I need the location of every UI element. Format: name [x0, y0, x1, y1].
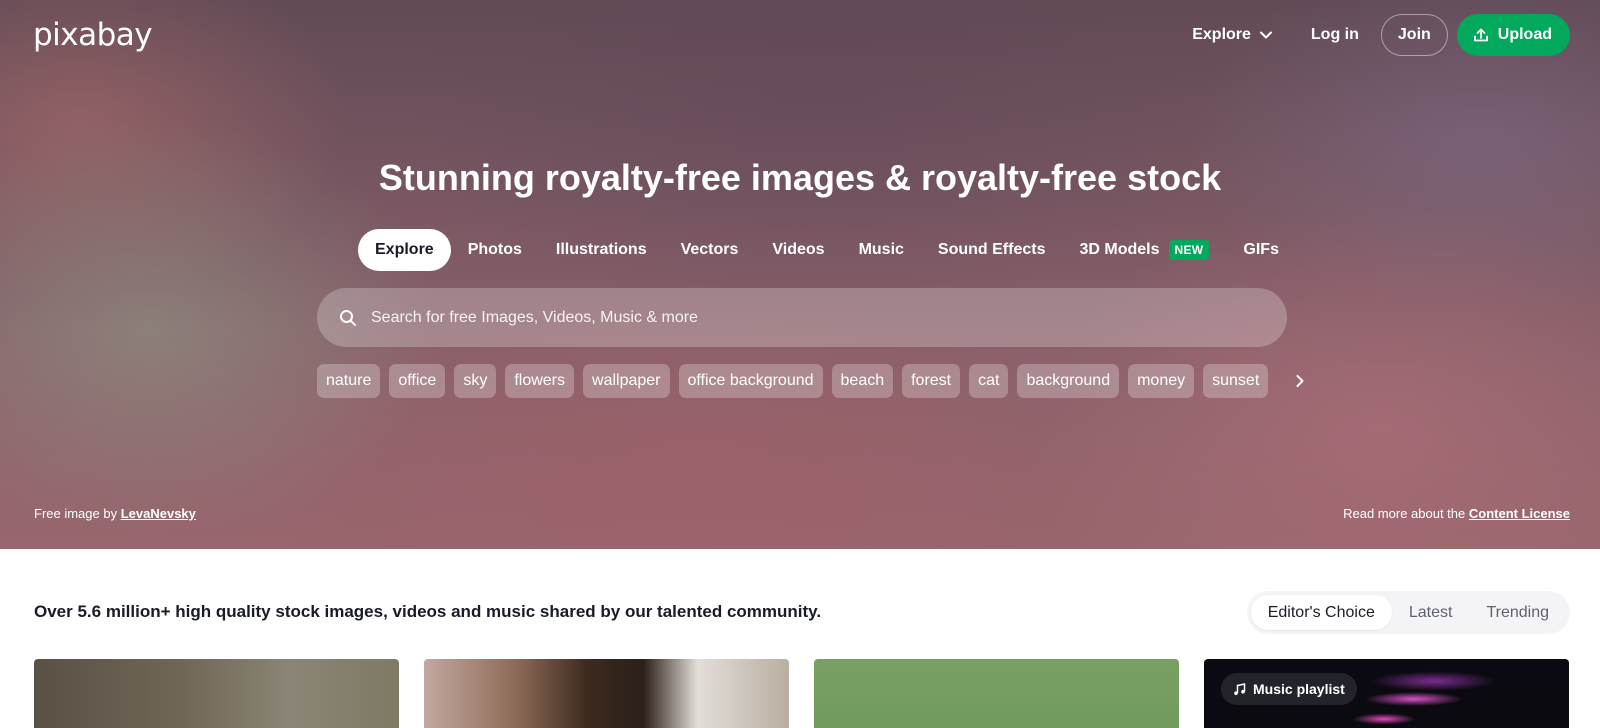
tab-photos[interactable]: Photos — [451, 229, 539, 271]
sort-trending[interactable]: Trending — [1469, 595, 1566, 630]
content-license-link[interactable]: Content License — [1469, 506, 1570, 521]
sort-tabs: Editor's Choice Latest Trending — [1246, 591, 1570, 634]
tab-gifs[interactable]: GIFs — [1226, 229, 1296, 271]
search-input[interactable] — [371, 308, 1251, 327]
explore-menu-button[interactable]: Explore — [1192, 26, 1273, 44]
media-card[interactable] — [814, 659, 1179, 728]
tab-explore[interactable]: Explore — [358, 229, 451, 271]
tag-cat[interactable]: cat — [969, 364, 1009, 398]
chevron-right-icon — [1296, 375, 1304, 387]
pixabay-logo[interactable]: pixabay — [33, 17, 153, 53]
tab-3d-models[interactable]: 3D Models NEW — [1062, 229, 1226, 271]
music-playlist-label: Music playlist — [1253, 681, 1345, 697]
tag-nature[interactable]: nature — [317, 364, 381, 398]
upload-icon — [1473, 28, 1488, 42]
tag-forest[interactable]: forest — [902, 364, 961, 398]
hero-title: Stunning royalty-free images & royalty-f… — [378, 157, 1222, 198]
music-playlist-card[interactable]: Music playlist — [1204, 659, 1569, 728]
join-button[interactable]: Join — [1380, 14, 1448, 56]
tag-sunset[interactable]: sunset — [1203, 364, 1269, 398]
new-badge: NEW — [1168, 240, 1210, 260]
search-icon[interactable] — [339, 309, 357, 327]
chevron-down-icon — [1259, 31, 1272, 39]
credit-author-link[interactable]: LevaNevsky — [121, 506, 196, 521]
explore-menu-label: Explore — [1192, 26, 1251, 43]
license-note: Read more about the Content License — [1343, 506, 1570, 521]
tab-music[interactable]: Music — [842, 229, 921, 271]
tag-wallpaper[interactable]: wallpaper — [583, 364, 670, 398]
media-card[interactable] — [34, 659, 399, 728]
sort-editors-choice[interactable]: Editor's Choice — [1250, 595, 1392, 630]
tag-office-background[interactable]: office background — [678, 364, 823, 398]
community-intro: Over 5.6 million+ high quality stock ima… — [34, 602, 822, 621]
hero-banner: pixabay Explore Log in Join Upload Stunn… — [0, 0, 1600, 549]
media-type-tabs: Explore Photos Illustrations Vectors Vid… — [358, 229, 1296, 271]
tag-office[interactable]: office — [389, 364, 446, 398]
tab-sound-effects[interactable]: Sound Effects — [921, 229, 1063, 271]
upload-button[interactable]: Upload — [1456, 14, 1570, 56]
tag-flowers[interactable]: flowers — [505, 364, 575, 398]
sort-latest[interactable]: Latest — [1392, 595, 1470, 630]
media-grid: Music playlist — [34, 659, 1569, 728]
tab-vectors[interactable]: Vectors — [664, 229, 756, 271]
tag-money[interactable]: money — [1128, 364, 1195, 398]
license-prefix: Read more about the — [1343, 506, 1466, 521]
suggested-tags: nature office sky flowers wallpaper offi… — [317, 364, 1317, 398]
tab-3d-models-label: 3D Models — [1079, 241, 1160, 258]
tag-beach[interactable]: beach — [831, 364, 894, 398]
credit-prefix: Free image by — [34, 506, 118, 521]
image-credit: Free image by LevaNevsky — [34, 506, 196, 521]
tab-videos[interactable]: Videos — [755, 229, 841, 271]
top-navigation: Explore Log in Join Upload — [1192, 14, 1570, 56]
tag-sky[interactable]: sky — [454, 364, 497, 398]
upload-button-label: Upload — [1497, 26, 1552, 43]
music-note-icon — [1234, 682, 1246, 695]
search-bar — [317, 288, 1287, 347]
media-card[interactable] — [424, 659, 789, 728]
tags-next-button[interactable] — [1283, 364, 1317, 398]
music-playlist-badge: Music playlist — [1221, 673, 1357, 705]
tab-illustrations[interactable]: Illustrations — [539, 229, 664, 271]
tag-background[interactable]: background — [1017, 364, 1120, 398]
login-link[interactable]: Log in — [1311, 26, 1359, 44]
